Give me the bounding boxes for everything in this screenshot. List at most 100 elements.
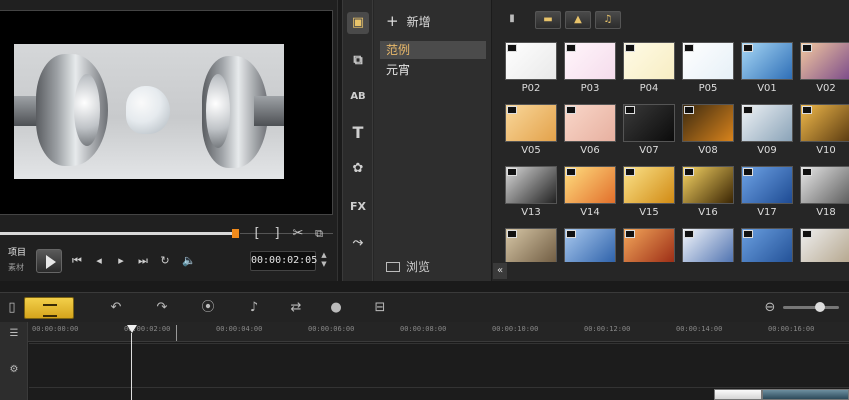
- track-divider: [29, 343, 849, 344]
- library-thumbnail[interactable]: [564, 228, 616, 262]
- subtitle-editor-icon[interactable]: ⊟: [368, 298, 392, 318]
- thumbnail-label: V16: [698, 207, 718, 218]
- timecode-spinner[interactable]: ▲ ▼: [318, 251, 330, 271]
- thumbnail-label: P02: [521, 83, 541, 94]
- library-thumbnail[interactable]: [505, 228, 557, 262]
- library-thumbnail[interactable]: P05: [682, 42, 734, 96]
- thumbnail-label: V15: [639, 207, 659, 218]
- thumbnail-image: [505, 228, 557, 262]
- thumbnail-image: [564, 42, 616, 80]
- project-mode-label[interactable]: 项目: [8, 248, 26, 259]
- thumbnail-image: [505, 42, 557, 80]
- thumbnail-image: [682, 228, 734, 262]
- thumbnail-image: [682, 42, 734, 80]
- zoom-out-icon[interactable]: ⊖: [758, 298, 782, 318]
- library-thumbnail[interactable]: [682, 228, 734, 262]
- library-thumbnail[interactable]: V18: [800, 166, 849, 220]
- library-category-bar: ▣ ⧉ AB T ✿ FX ⤳: [343, 0, 373, 281]
- play-button[interactable]: [36, 249, 62, 273]
- timecode-display[interactable]: 00:00:02:05: [250, 251, 317, 271]
- scrub-handle[interactable]: [232, 229, 239, 238]
- ruler-tick-label: 00:00:14:00: [676, 325, 723, 333]
- thumbnail-image: [564, 166, 616, 204]
- library-thumbnail[interactable]: V09: [741, 104, 793, 158]
- mark-out-button[interactable]: ]: [270, 226, 284, 242]
- sound-mixer-icon[interactable]: ♪: [242, 298, 266, 318]
- zoom-slider[interactable]: [783, 306, 839, 309]
- clip-mode-label[interactable]: 素材: [8, 262, 24, 273]
- library-thumbnail[interactable]: V01: [741, 42, 793, 96]
- folder-list: + 新增 范例 元宵 浏览: [374, 0, 492, 281]
- library-thumbnail[interactable]: V07: [623, 104, 675, 158]
- ruler-tick-label: 00:00:10:00: [492, 325, 539, 333]
- volume-icon[interactable]: 🔈: [180, 253, 198, 269]
- folder-item-samples[interactable]: 范例: [380, 41, 486, 59]
- preview-video-frame: [14, 44, 284, 179]
- library-thumbnail[interactable]: [623, 228, 675, 262]
- timeline-view-button[interactable]: [24, 297, 74, 319]
- library-thumbnail[interactable]: [741, 228, 793, 262]
- enlarge-preview-icon[interactable]: ⧉: [312, 226, 326, 242]
- repeat-icon[interactable]: ↻: [156, 253, 174, 269]
- library-thumbnail[interactable]: P03: [564, 42, 616, 96]
- ruler-cursor: [176, 325, 177, 341]
- storyboard-view-icon[interactable]: ▯: [0, 298, 24, 318]
- library-thumbnail[interactable]: V13: [505, 166, 557, 220]
- track-divider: [29, 387, 849, 388]
- show-audio-icon[interactable]: ♫: [595, 11, 621, 29]
- thumbnail-label: V10: [816, 145, 836, 156]
- library-thumbnail[interactable]: V14: [564, 166, 616, 220]
- folder-item-yuanxiao[interactable]: 元宵: [380, 61, 486, 79]
- timeline-clip[interactable]: [714, 389, 762, 400]
- library-thumbnail[interactable]: [800, 228, 849, 262]
- thumbnail-image: [741, 166, 793, 204]
- title-icon[interactable]: AB: [347, 86, 369, 108]
- go-to-start-icon[interactable]: ⏮: [68, 253, 86, 269]
- add-folder-button[interactable]: + 新增: [386, 12, 431, 30]
- library-thumbnail[interactable]: V05: [505, 104, 557, 158]
- previous-frame-icon[interactable]: ◂: [90, 253, 108, 269]
- library-thumbnail[interactable]: V10: [800, 104, 849, 158]
- thumbnail-image: [505, 166, 557, 204]
- plus-icon: +: [386, 12, 399, 30]
- media-icon[interactable]: ▣: [347, 12, 369, 34]
- show-video-icon[interactable]: ▬: [535, 11, 561, 29]
- folder-icon[interactable]: ▮: [503, 11, 521, 29]
- library-thumbnail[interactable]: V15: [623, 166, 675, 220]
- record-capture-icon[interactable]: ⦿: [196, 298, 220, 318]
- transition-icon[interactable]: ⧉: [347, 50, 369, 72]
- library-thumbnail[interactable]: P04: [623, 42, 675, 96]
- undo-icon[interactable]: ↶: [104, 298, 128, 318]
- library-thumbnail[interactable]: V02: [800, 42, 849, 96]
- mark-in-button[interactable]: [: [250, 226, 264, 242]
- split-clip-icon[interactable]: ✂: [291, 226, 305, 242]
- show-photo-icon[interactable]: ▲: [565, 11, 591, 29]
- video-track-icon[interactable]: ⚙: [2, 360, 26, 380]
- thumbnail-label: V07: [639, 145, 659, 156]
- zoom-slider-knob[interactable]: [815, 302, 825, 312]
- fx-icon[interactable]: FX: [347, 196, 369, 218]
- library-thumbnail[interactable]: V17: [741, 166, 793, 220]
- thumbnail-label: V06: [580, 145, 600, 156]
- next-frame-icon[interactable]: ▸: [112, 253, 130, 269]
- thumbnail-image: [800, 228, 849, 262]
- graphic-icon[interactable]: ✿: [347, 158, 369, 180]
- library-thumbnail[interactable]: V16: [682, 166, 734, 220]
- library-thumbnail[interactable]: V06: [564, 104, 616, 158]
- library-thumbnail[interactable]: P02: [505, 42, 557, 96]
- track-header-column: ☰ ⚙: [0, 322, 28, 400]
- library-thumbnail[interactable]: V08: [682, 104, 734, 158]
- track-manager-icon[interactable]: ☰: [2, 324, 26, 344]
- thumbnail-image: [682, 166, 734, 204]
- motion-tracking-icon[interactable]: ●: [324, 298, 348, 318]
- auto-music-icon[interactable]: ⇄: [284, 298, 308, 318]
- playhead-marker[interactable]: [127, 325, 137, 333]
- redo-icon[interactable]: ↷: [150, 298, 174, 318]
- timeline-clip[interactable]: [762, 389, 849, 400]
- collapse-library-icon[interactable]: «: [493, 263, 507, 279]
- text-icon[interactable]: T: [347, 122, 369, 144]
- go-to-end-icon[interactable]: ⏭: [134, 253, 152, 269]
- path-icon[interactable]: ⤳: [347, 232, 369, 254]
- browse-button[interactable]: 浏览: [386, 258, 430, 275]
- preview-scrub-bar[interactable]: [0, 232, 238, 235]
